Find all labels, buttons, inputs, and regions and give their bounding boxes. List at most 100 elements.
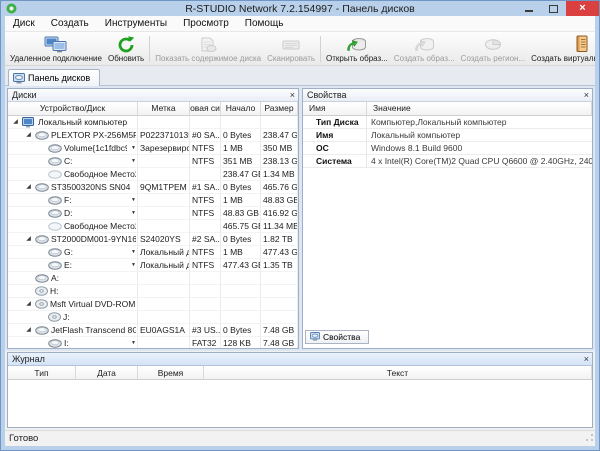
disk-row[interactable]: ◢ST2000DM001-9YN164 ...S24020YS#2 SA...0… [8, 233, 298, 246]
properties-panel-close-icon[interactable]: × [584, 91, 589, 100]
disk-row[interactable]: C:▼NTFS351 MB238.13 GB [8, 155, 298, 168]
minimize-button[interactable] [516, 1, 541, 16]
log-panel-close-icon[interactable]: × [584, 355, 589, 364]
resize-grip-icon[interactable] [585, 433, 594, 445]
disks-column-header[interactable]: овая си [190, 102, 221, 116]
property-row[interactable]: Система4 x Intel(R) Core(TM)2 Quad CPU Q… [303, 155, 592, 168]
refresh-button[interactable]: Обновить [105, 33, 147, 65]
mount-dropdown-icon[interactable]: ▼ [129, 337, 136, 349]
disk-row[interactable]: A: [8, 272, 298, 285]
disks-table-header: Устройство/ДискМеткаовая сиНачалоРазмер [8, 102, 298, 116]
device-name: Volume{1c1fdbc9-7... [64, 142, 127, 154]
size-cell [261, 272, 298, 285]
tab-disk-panel[interactable]: Панель дисков [8, 69, 100, 86]
disk-row[interactable]: E:▼Локальный д...NTFS477.43 GB1.35 TB [8, 259, 298, 272]
disk-row[interactable]: I:▼FAT32128 KB7.48 GB [8, 337, 298, 349]
mount-dropdown-icon[interactable]: ▼ [129, 259, 136, 271]
maximize-button[interactable] [541, 1, 566, 16]
disks-column-header[interactable]: Начало [221, 102, 261, 116]
log-column-header[interactable]: Текст [204, 366, 592, 380]
mount-dropdown-icon[interactable]: ▼ [129, 142, 136, 154]
close-button[interactable]: × [566, 1, 599, 16]
expander-icon[interactable]: ◢ [24, 129, 33, 141]
cd-icon [35, 299, 48, 309]
menu-item-1[interactable]: Диск [5, 18, 43, 29]
tab-strip: Панель дисков [5, 66, 595, 86]
expander-icon[interactable]: ◢ [24, 298, 33, 310]
disk-row[interactable]: F:▼NTFS1 MB48.83 GB [8, 194, 298, 207]
mount-dropdown-icon[interactable]: ▼ [129, 194, 136, 206]
disk-row[interactable]: Свободное Место25465.75 GB11.34 MB [8, 220, 298, 233]
disk-row[interactable]: ◢PLEXTOR PX-256M5Pro ...P02237101359#0 S… [8, 129, 298, 142]
label-cell [138, 220, 190, 233]
disk-row[interactable]: ◢ Msft Virtual DVD-ROM 1.0 [8, 298, 298, 311]
size-cell: 465.76 GB [261, 181, 298, 194]
expander-icon[interactable]: ◢ [11, 116, 20, 128]
disks-column-header[interactable]: Размер [261, 102, 298, 116]
hdd-icon [48, 196, 62, 205]
property-row[interactable]: Тип ДискаКомпьютер,Локальный компьютер [303, 116, 592, 129]
window-title: R-STUDIO Network 7.2.154997 - Панель дис… [1, 3, 599, 15]
open-image-button[interactable]: Открыть образ... [323, 33, 391, 65]
cd-icon [35, 286, 48, 296]
disks-column-header[interactable]: Метка [138, 102, 190, 116]
disks-table-body: ◢Локальный компьютер◢PLEXTOR PX-256M5Pro… [8, 116, 298, 349]
log-column-header[interactable]: Дата [76, 366, 138, 380]
label-cell [138, 285, 190, 298]
device-name: J: [63, 311, 70, 323]
expander-icon[interactable]: ◢ [24, 233, 33, 245]
maximize-icon [549, 5, 558, 13]
remote-connection-button[interactable]: Удаленное подключение [7, 33, 105, 65]
start-cell: 0 Bytes [221, 233, 261, 246]
mount-dropdown-icon[interactable]: ▼ [129, 246, 136, 258]
properties-panel-header: Свойства × [303, 89, 592, 102]
property-value: 4 x Intel(R) Core(TM)2 Quad CPU Q6600 @ … [367, 155, 592, 168]
device-cell: G:▼ [8, 246, 138, 259]
device-cell: Свободное Место25 [8, 220, 138, 233]
mount-dropdown-icon[interactable]: ▼ [129, 155, 136, 167]
property-row[interactable]: ИмяЛокальный компьютер [303, 129, 592, 142]
disk-row[interactable]: ◢JetFlash Transcend 8GB ...EU0AGS1A#3 US… [8, 324, 298, 337]
toolbar-button-label: Удаленное подключение [10, 54, 102, 63]
menu-item-2[interactable]: Создать [43, 18, 97, 29]
disk-row[interactable]: D:▼NTFS48.83 GB416.92 GB [8, 207, 298, 220]
disks-panel-close-icon[interactable]: × [290, 91, 295, 100]
disks-column-header[interactable]: Устройство/Диск [8, 102, 138, 116]
disk-row[interactable]: G:▼Локальный д...NTFS1 MB477.43 GB [8, 246, 298, 259]
toolbar-button-label: Создать виртуальный RAID [531, 54, 595, 63]
expander-icon[interactable]: ◢ [24, 324, 33, 336]
mount-dropdown-icon[interactable]: ▼ [129, 207, 136, 219]
toolbar-button-label: Обновить [108, 54, 144, 63]
property-row[interactable]: ОСWindows 8.1 Build 9600 [303, 142, 592, 155]
menu-item-4[interactable]: Просмотр [175, 18, 237, 29]
menu-item-5[interactable]: Помощь [237, 18, 292, 29]
size-cell: 238.47 GB [261, 129, 298, 142]
menu-item-3[interactable]: Инструменты [97, 18, 175, 29]
properties-table-body: Тип ДискаКомпьютер,Локальный компьютерИм… [303, 116, 592, 168]
log-column-header[interactable]: Время [138, 366, 204, 380]
toolbar-separator [149, 36, 150, 62]
label-cell [138, 194, 190, 207]
properties-column-header[interactable]: Имя [303, 102, 367, 116]
disk-row[interactable]: ◢Локальный компьютер [8, 116, 298, 129]
property-value: Windows 8.1 Build 9600 [367, 142, 592, 155]
log-column-header[interactable]: Тип [8, 366, 76, 380]
remote-connection-icon [44, 35, 68, 53]
properties-panel-footer: Свойства [303, 327, 592, 348]
hdd-icon [48, 144, 62, 153]
device-name: Msft Virtual DVD-ROM 1.0 [50, 298, 136, 310]
disk-row[interactable]: H: [8, 285, 298, 298]
disk-row[interactable]: ◢ST3500320NS SN049QM1TPEM#1 SA...0 Bytes… [8, 181, 298, 194]
device-name: A: [51, 272, 59, 284]
expander-icon[interactable]: ◢ [24, 181, 33, 193]
properties-footer-tab[interactable]: Свойства [305, 330, 369, 344]
properties-column-header[interactable]: Значение [367, 102, 592, 116]
disk-row[interactable]: J: [8, 311, 298, 324]
device-name: F: [64, 194, 72, 206]
device-cell: A: [8, 272, 138, 285]
device-name: ST3500320NS SN04 [51, 181, 130, 193]
disk-row[interactable]: Свободное Место22238.47 GB1.34 MB [8, 168, 298, 181]
title-bar: R-STUDIO Network 7.2.154997 - Панель дис… [1, 1, 599, 16]
create-virtual-raid-button[interactable]: Создать виртуальный RAID [528, 33, 595, 65]
disk-row[interactable]: Volume{1c1fdbc9-7...▼Зарезервиров...NTFS… [8, 142, 298, 155]
